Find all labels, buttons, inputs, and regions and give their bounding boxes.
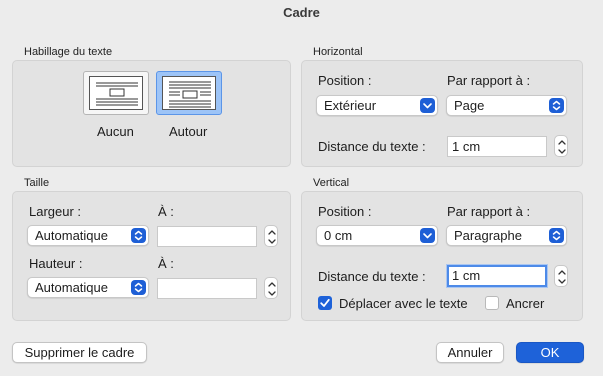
wrapping-panel: Aucun Autour xyxy=(12,60,291,167)
horizontal-position-popup[interactable]: Extérieur xyxy=(316,95,438,116)
ok-button[interactable]: OK xyxy=(516,342,584,363)
vertical-distance-label: Distance du texte : xyxy=(318,269,426,284)
vertical-distance-stepper[interactable] xyxy=(554,265,568,287)
move-with-text-checkbox[interactable] xyxy=(318,296,332,310)
vertical-relative-popup[interactable]: Paragraphe xyxy=(446,225,567,246)
horizontal-relative-label: Par rapport à : xyxy=(447,73,531,88)
wrap-none-icon xyxy=(89,76,143,110)
anchor-checkbox[interactable] xyxy=(485,296,499,310)
width-at-label: À : xyxy=(158,204,174,219)
height-at-label: À : xyxy=(158,256,174,271)
up-down-arrows-icon xyxy=(131,228,146,243)
wrap-around-icon xyxy=(162,76,216,110)
wrap-around-button[interactable] xyxy=(156,71,222,115)
height-popup[interactable]: Automatique xyxy=(27,277,149,298)
vertical-position-value: 0 cm xyxy=(324,228,353,243)
window-title: Cadre xyxy=(283,5,320,20)
chevron-down-icon xyxy=(420,98,435,113)
horizontal-distance-stepper[interactable] xyxy=(554,135,568,157)
vertical-position-popup[interactable]: 0 cm xyxy=(316,225,438,246)
size-group-label: Taille xyxy=(24,177,50,189)
remove-frame-button[interactable]: Supprimer le cadre xyxy=(12,342,147,363)
width-value: Automatique xyxy=(35,228,108,243)
cancel-button[interactable]: Annuler xyxy=(436,342,504,363)
up-down-arrows-icon xyxy=(131,280,146,295)
vertical-position-label: Position : xyxy=(318,204,372,219)
vertical-relative-label: Par rapport à : xyxy=(447,204,531,219)
width-at-stepper[interactable] xyxy=(264,225,278,247)
anchor-label: Ancrer xyxy=(506,296,545,311)
horizontal-group-label: Horizontal xyxy=(313,46,363,58)
wrap-around-label: Autour xyxy=(169,124,208,139)
horizontal-relative-value: Page xyxy=(454,98,485,113)
move-with-text-label: Déplacer avec le texte xyxy=(339,296,468,311)
vertical-relative-value: Paragraphe xyxy=(454,228,522,243)
wrap-none-label: Aucun xyxy=(97,124,134,139)
up-down-arrows-icon xyxy=(549,228,564,243)
horizontal-position-value: Extérieur xyxy=(324,98,377,113)
up-down-arrows-icon xyxy=(549,98,564,113)
horizontal-position-label: Position : xyxy=(318,73,372,88)
height-label: Hauteur : xyxy=(29,256,83,271)
width-at-field[interactable] xyxy=(157,226,257,247)
width-popup[interactable]: Automatique xyxy=(27,225,149,246)
vertical-distance-field[interactable]: 1 cm xyxy=(447,265,547,287)
checkmark-icon xyxy=(320,298,330,307)
wrap-none-button[interactable] xyxy=(83,71,149,115)
chevron-down-icon xyxy=(420,228,435,243)
height-at-field[interactable] xyxy=(157,278,257,299)
width-label: Largeur : xyxy=(29,204,82,219)
wrapping-group-label: Habillage du texte xyxy=(24,46,113,58)
horizontal-relative-popup[interactable]: Page xyxy=(446,95,567,116)
horizontal-distance-field[interactable]: 1 cm xyxy=(447,136,547,157)
vertical-group-label: Vertical xyxy=(313,177,350,189)
horizontal-distance-label: Distance du texte : xyxy=(318,139,426,154)
height-value: Automatique xyxy=(35,280,108,295)
height-at-stepper[interactable] xyxy=(264,277,278,299)
